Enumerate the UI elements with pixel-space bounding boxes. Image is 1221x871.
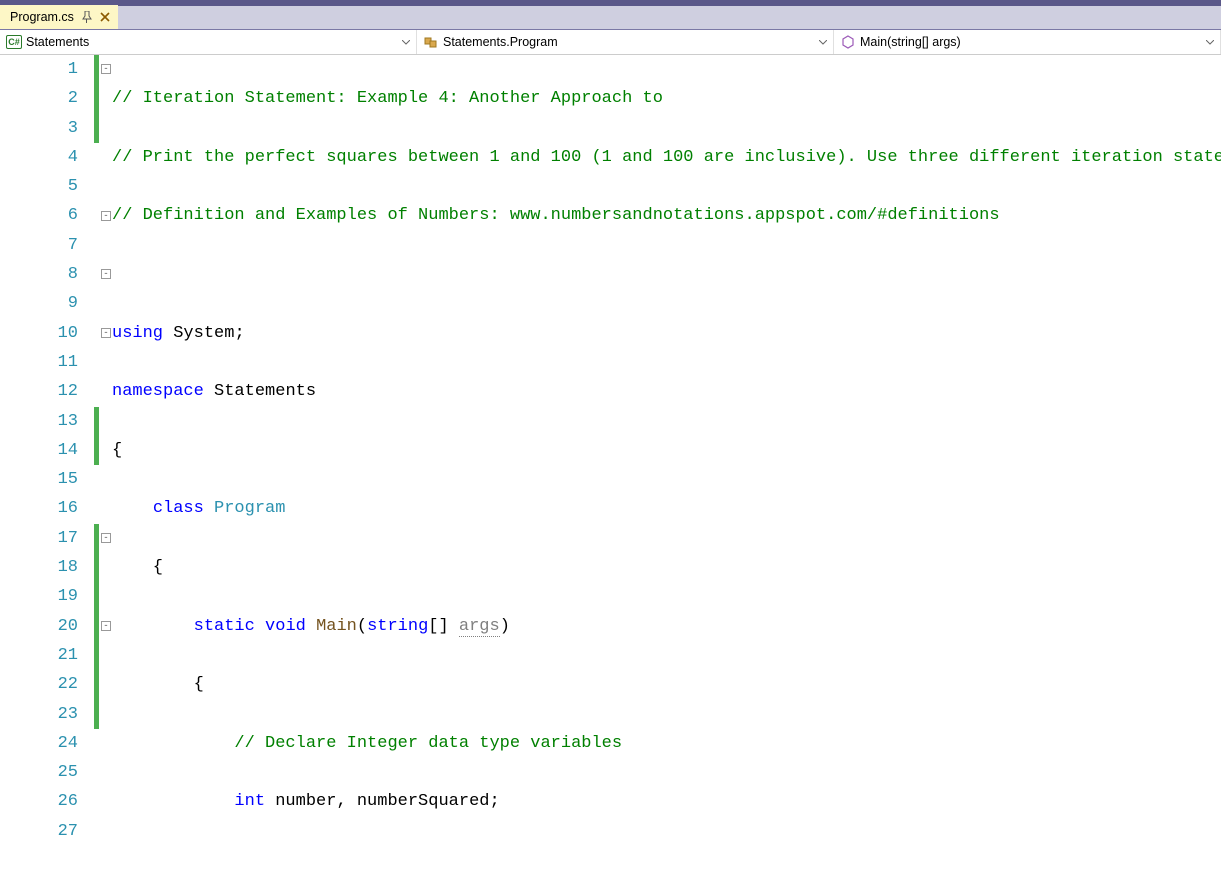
tab-filename: Program.cs [10, 10, 74, 24]
line-number: 24 [0, 729, 78, 758]
line-number: 25 [0, 758, 78, 787]
change-indicator [94, 55, 99, 143]
document-tab-program-cs[interactable]: Program.cs [0, 5, 118, 29]
namespace-dropdown[interactable]: C# Statements [0, 30, 417, 54]
class-icon [423, 34, 439, 50]
line-number: 22 [0, 670, 78, 699]
method-label: Main(string[] args) [860, 35, 961, 49]
code-editor[interactable]: 1234567891011121314151617181920212223242… [0, 55, 1221, 871]
line-number: 23 [0, 700, 78, 729]
outline-toggle[interactable]: - [101, 621, 111, 631]
line-number: 5 [0, 172, 78, 201]
namespace-label: Statements [26, 35, 89, 49]
chevron-down-icon [1206, 35, 1214, 49]
line-number-gutter: 1234567891011121314151617181920212223242… [0, 55, 88, 871]
outline-toggle[interactable]: - [101, 328, 111, 338]
line-number: 4 [0, 143, 78, 172]
line-number: 1 [0, 55, 78, 84]
line-number: 8 [0, 260, 78, 289]
method-dropdown[interactable]: Main(string[] args) [834, 30, 1221, 54]
class-label: Statements.Program [443, 35, 558, 49]
change-indicator [94, 524, 99, 729]
line-number: 3 [0, 114, 78, 143]
outline-toggle[interactable]: - [101, 269, 111, 279]
line-number: 16 [0, 494, 78, 523]
line-number: 26 [0, 787, 78, 816]
method-icon [840, 34, 856, 50]
line-number: 21 [0, 641, 78, 670]
line-number: 10 [0, 319, 78, 348]
line-number: 17 [0, 524, 78, 553]
change-indicator [94, 407, 99, 466]
outline-toggle[interactable]: - [101, 64, 111, 74]
line-number: 27 [0, 817, 78, 846]
class-dropdown[interactable]: Statements.Program [417, 30, 834, 54]
line-number: 11 [0, 348, 78, 377]
change-outline-margin: - - - - - - [88, 55, 108, 871]
document-tab-strip: Program.cs [0, 6, 1221, 30]
line-number: 13 [0, 407, 78, 436]
outline-toggle[interactable]: - [101, 211, 111, 221]
csharp-icon: C# [6, 35, 22, 49]
line-number: 15 [0, 465, 78, 494]
close-icon[interactable] [100, 12, 110, 22]
line-number: 2 [0, 84, 78, 113]
line-number: 7 [0, 231, 78, 260]
line-number: 14 [0, 436, 78, 465]
pin-icon[interactable] [82, 11, 92, 23]
line-number: 12 [0, 377, 78, 406]
line-number: 19 [0, 582, 78, 611]
chevron-down-icon [402, 35, 410, 49]
navigation-bar: C# Statements Statements.Program Main(st… [0, 30, 1221, 55]
line-number: 18 [0, 553, 78, 582]
line-number: 6 [0, 201, 78, 230]
outline-toggle[interactable]: - [101, 533, 111, 543]
chevron-down-icon [819, 35, 827, 49]
code-area[interactable]: // Iteration Statement: Example 4: Anoth… [108, 55, 1221, 871]
line-number: 20 [0, 612, 78, 641]
line-number: 9 [0, 289, 78, 318]
